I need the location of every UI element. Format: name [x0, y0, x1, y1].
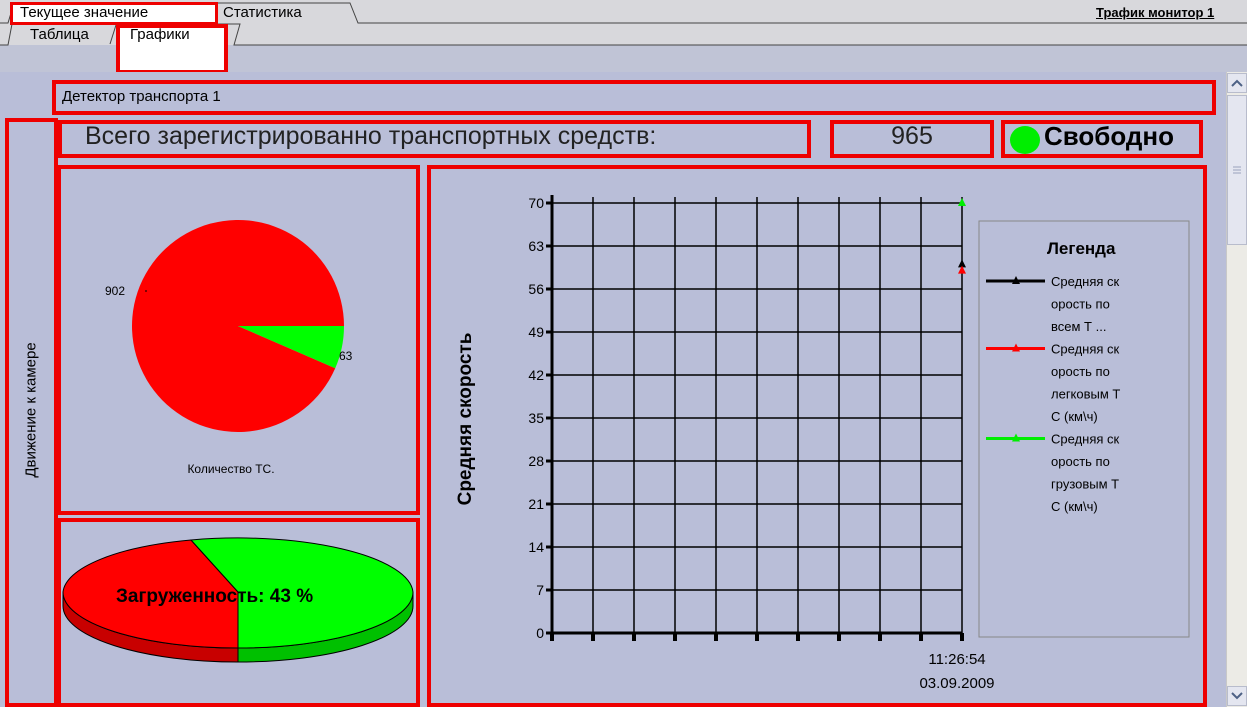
y-tick-label: 63	[528, 238, 544, 254]
y-tick-label: 7	[536, 582, 544, 598]
y-tick-label: 28	[528, 453, 544, 469]
y-tick-label: 49	[528, 324, 544, 340]
legend-text-0: орость по	[1051, 297, 1110, 312]
traffic-monitor-link[interactable]: Трафик монитор 1	[1096, 3, 1247, 23]
y-tick-label: 56	[528, 281, 544, 297]
tab-charts-label: Графики	[130, 26, 190, 43]
y-tick-label: 0	[536, 625, 544, 641]
pie-label-902: 902	[105, 284, 125, 298]
load-label: Загруженность: 43 %	[116, 586, 313, 607]
total-value: 965	[891, 122, 933, 150]
legend-text-2: орость по	[1051, 454, 1110, 469]
legend-text-1: легковым Т	[1051, 387, 1120, 402]
legend-text-0: Средняя ск	[1051, 274, 1120, 289]
legend-text-2: грузовым Т	[1051, 477, 1119, 492]
pie-label-63: 63	[339, 349, 353, 363]
load-pie-chart: Загруженность: 43 %	[62, 537, 414, 663]
pie-title: Количество ТС.	[187, 462, 274, 476]
grip-icon	[1233, 166, 1241, 174]
legend-text-2: С (км\ч)	[1051, 499, 1098, 514]
detector-title: Детектор транспорта 1	[62, 88, 221, 105]
y-tick-label: 70	[528, 195, 544, 211]
y-tick-label: 21	[528, 496, 544, 512]
chevron-up-icon	[1231, 79, 1243, 87]
x-tick-label-time: 11:26:54	[928, 651, 985, 668]
total-label: Всего зарегистрированно транспортных сре…	[85, 122, 657, 150]
y-tick-label: 14	[528, 539, 544, 555]
legend-text-1: орость по	[1051, 364, 1110, 379]
speed-line-chart: 0 7 14 21 28 35 42 49 56 63 70 Средняя скорость 11:2…	[455, 195, 1190, 692]
legend-title: Легенда	[1047, 239, 1116, 258]
chevron-down-icon	[1231, 692, 1243, 700]
legend-text-0: всем Т ...	[1051, 319, 1106, 334]
y-axis-label: Средняя скорость	[455, 333, 476, 506]
legend-text-1: С (км\ч)	[1051, 409, 1098, 424]
status-label: Свободно	[1044, 121, 1174, 151]
tab-table[interactable]: Таблица	[30, 25, 89, 45]
legend-text-2: Средняя ск	[1051, 432, 1120, 447]
tab-current-value-label: Текущее значение	[20, 4, 149, 21]
tab-statistics[interactable]: Статистика	[223, 3, 302, 23]
count-pie-chart: 902 63 Количество ТС.	[105, 219, 353, 476]
x-tick-label-date: 03.09.2009	[919, 675, 994, 692]
y-tick-label: 42	[528, 367, 544, 383]
data-point-2	[958, 198, 966, 206]
y-tick-label: 35	[528, 410, 544, 426]
detector-title-bar	[52, 80, 1216, 115]
legend-text-1: Средняя ск	[1051, 342, 1120, 357]
status-indicator-icon	[1010, 126, 1040, 154]
side-label: Движение к камере	[22, 342, 40, 478]
